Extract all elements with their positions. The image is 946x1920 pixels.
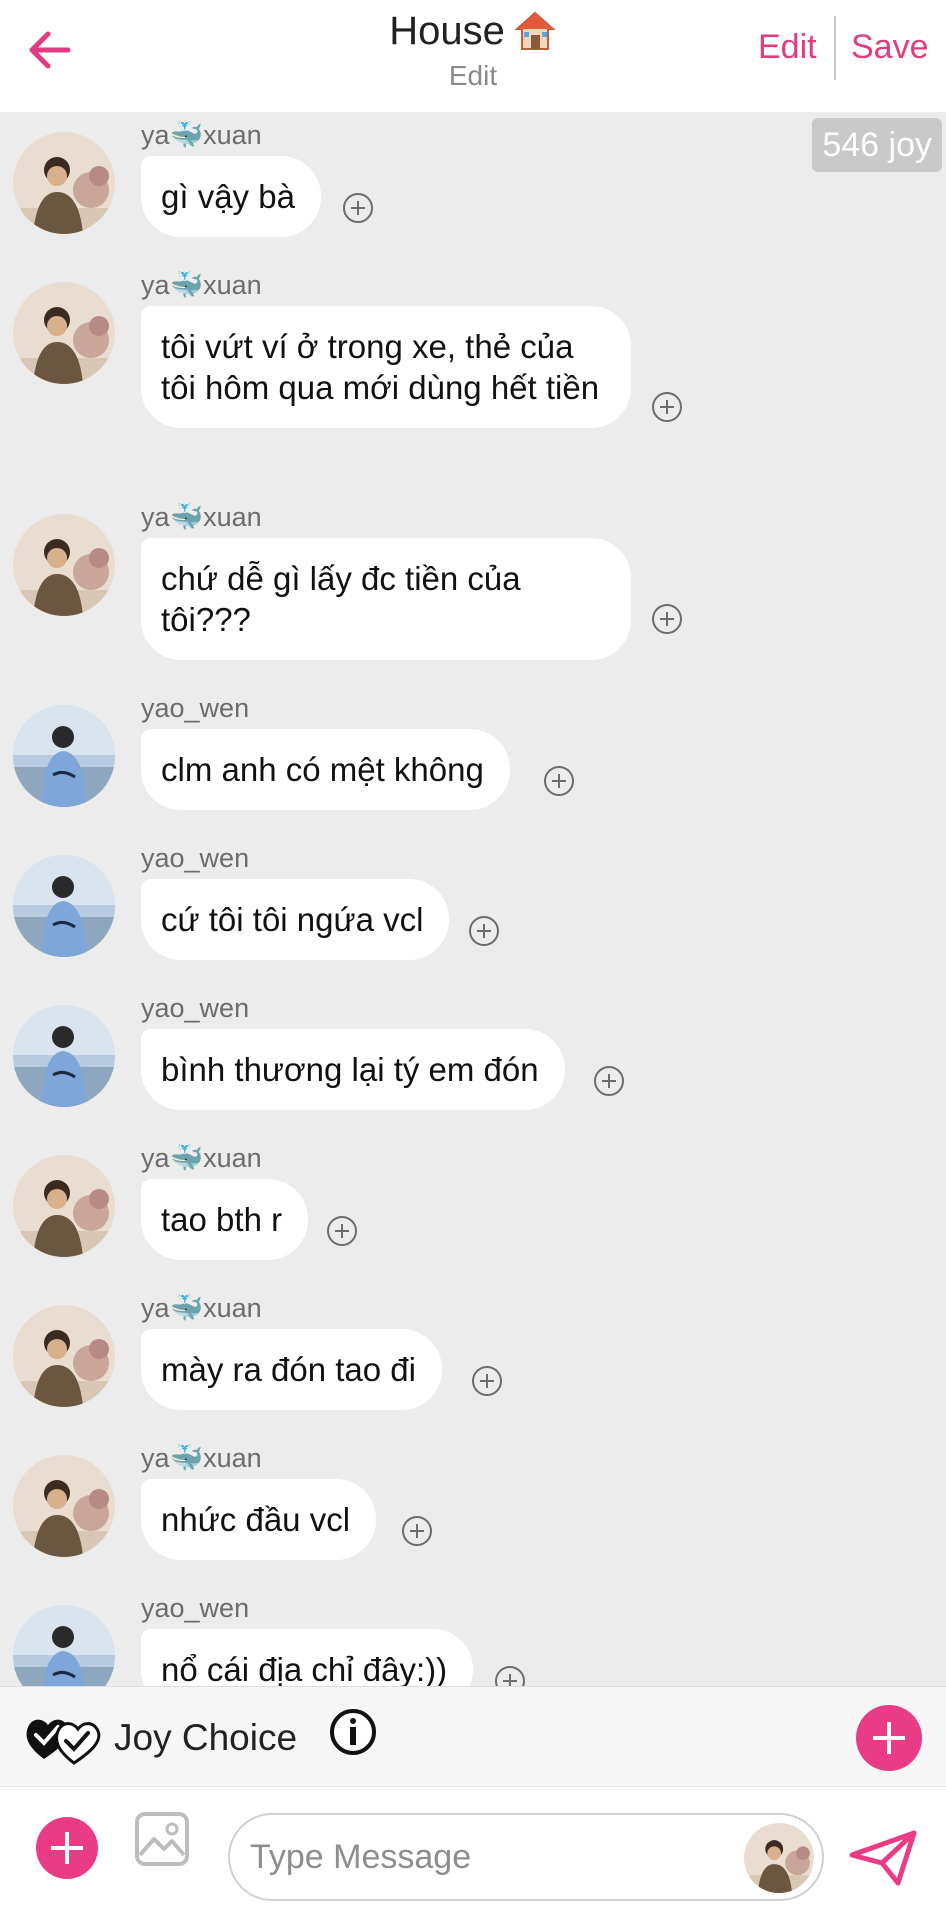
message-bubble[interactable]: bình thương lại tý em đón <box>141 1029 565 1110</box>
message-input[interactable] <box>250 1835 710 1879</box>
house-icon <box>514 11 556 50</box>
sender-name: ya🐳xuan <box>141 1293 262 1323</box>
avatar-xuan-image <box>13 1455 115 1557</box>
avatar[interactable] <box>13 855 115 957</box>
sender-name: ya🐳xuan <box>141 1143 262 1173</box>
composer-bar <box>0 1786 946 1920</box>
avatar-xuan-image <box>13 1305 115 1407</box>
avatar-xuan-image <box>13 514 115 616</box>
sender-name: ya🐳xuan <box>141 1443 262 1473</box>
react-add-icon[interactable] <box>544 766 574 796</box>
info-icon[interactable] <box>328 1707 378 1757</box>
react-add-icon[interactable] <box>652 604 682 634</box>
sender-name: yao_wen <box>141 693 250 723</box>
sender-name: ya🐳xuan <box>141 120 262 150</box>
chat-title: House <box>389 6 557 56</box>
joy-balance-badge: 546 joy <box>812 118 942 172</box>
avatar-xuan-image <box>13 132 115 234</box>
react-add-icon[interactable] <box>343 193 373 223</box>
avatar-xuan-image <box>744 1823 814 1893</box>
avatar[interactable] <box>13 1305 115 1407</box>
avatar[interactable] <box>13 1005 115 1107</box>
avatar[interactable] <box>13 705 115 807</box>
joy-add-button[interactable] <box>856 1705 922 1771</box>
react-add-icon[interactable] <box>327 1216 357 1246</box>
react-add-icon[interactable] <box>402 1516 432 1546</box>
header-divider <box>834 16 836 80</box>
message-bubble[interactable]: mày ra đón tao đi <box>141 1329 442 1410</box>
avatar[interactable] <box>13 1455 115 1557</box>
message-bubble[interactable]: tôi vứt ví ở trong xe, thẻ của tôi hôm q… <box>141 306 631 428</box>
image-icon[interactable] <box>134 1811 190 1867</box>
message-bubble[interactable]: nhức đầu vcl <box>141 1479 377 1560</box>
attach-add-button[interactable] <box>36 1817 98 1879</box>
avatar-xuan-image <box>13 1155 115 1257</box>
chat-area[interactable]: 546 joy ya🐳xuan gì vậy bà ya🐳xuan tôi vứ… <box>0 112 946 1686</box>
message-bubble[interactable]: tao bth r <box>141 1179 309 1260</box>
message-bubble[interactable]: chứ dễ gì lấy đc tiền của tôi??? <box>141 538 631 660</box>
react-add-icon[interactable] <box>472 1366 502 1396</box>
sender-name: ya🐳xuan <box>141 270 262 300</box>
chat-title-text: House <box>389 9 505 53</box>
top-bar: House Edit Edit Save <box>0 0 946 112</box>
message-bubble[interactable]: gì vậy bà <box>141 156 321 237</box>
avatar[interactable] <box>13 132 115 234</box>
sender-name: yao_wen <box>141 1593 250 1623</box>
joy-choice-bar: Joy Choice <box>0 1686 946 1786</box>
message-bubble[interactable]: cứ tôi tôi ngứa vcl <box>141 879 450 960</box>
avatar-wen-image <box>13 705 115 807</box>
react-add-icon[interactable] <box>652 392 682 422</box>
avatar-wen-image <box>13 1005 115 1107</box>
sender-name: ya🐳xuan <box>141 502 262 532</box>
send-icon[interactable] <box>848 1829 918 1887</box>
message-bubble[interactable]: clm anh có mệt không <box>141 729 510 810</box>
react-add-icon[interactable] <box>594 1066 624 1096</box>
avatar-wen-image <box>13 1605 115 1686</box>
avatar[interactable] <box>13 1155 115 1257</box>
message-box <box>228 1813 824 1901</box>
save-button[interactable]: Save <box>851 28 929 67</box>
avatar-xuan-image <box>13 282 115 384</box>
joy-choice-label[interactable]: Joy Choice <box>114 1717 297 1759</box>
sender-avatar-selector[interactable] <box>744 1823 814 1893</box>
edit-button[interactable]: Edit <box>758 28 817 67</box>
react-add-icon[interactable] <box>495 1666 525 1686</box>
avatar[interactable] <box>13 514 115 616</box>
double-check-heart-icon[interactable] <box>22 1709 102 1767</box>
sender-name: yao_wen <box>141 993 250 1023</box>
avatar[interactable] <box>13 1605 115 1686</box>
avatar[interactable] <box>13 282 115 384</box>
avatar-wen-image <box>13 855 115 957</box>
react-add-icon[interactable] <box>469 916 499 946</box>
sender-name: yao_wen <box>141 843 250 873</box>
message-bubble[interactable]: nổ cái địa chỉ đây:)) <box>141 1629 474 1686</box>
